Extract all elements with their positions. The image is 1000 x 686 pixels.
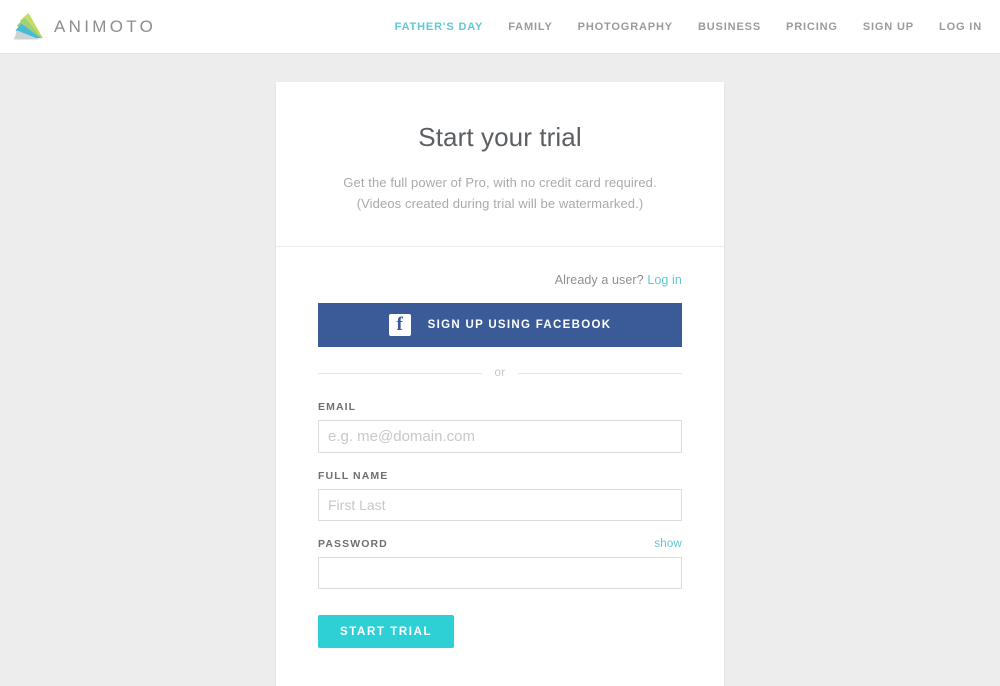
show-password-toggle[interactable]: show <box>654 538 682 550</box>
signup-form: Already a user? Log in SIGN UP USING FAC… <box>276 247 724 686</box>
page-title: Start your trial <box>418 122 582 152</box>
signup-with-facebook-button[interactable]: SIGN UP USING FACEBOOK <box>318 303 682 347</box>
full-name-field-group: FULL NAME <box>318 470 682 521</box>
password-field-group: PASSWORD show <box>318 538 682 589</box>
already-a-user-row: Already a user? Log in <box>318 273 682 287</box>
facebook-icon <box>388 314 411 336</box>
password-input[interactable] <box>318 557 682 589</box>
signup-card: Start your trial Get the full power of P… <box>276 82 724 686</box>
subtitle-line-1: Get the full power of Pro, with no credi… <box>343 175 657 190</box>
email-label: EMAIL <box>318 401 357 413</box>
site-header: ANIMOTO FATHER'S DAY FAMILY PHOTOGRAPHY … <box>0 0 1000 54</box>
divider-rule-right <box>517 372 682 374</box>
brand-logo-link[interactable]: ANIMOTO <box>12 12 156 41</box>
brand-wordmark: ANIMOTO <box>54 16 157 36</box>
already-a-user-text: Already a user? <box>554 273 644 287</box>
divider-label: or <box>494 367 506 379</box>
nav-item-sign-up[interactable]: SIGN UP <box>863 21 914 33</box>
full-name-label-row: FULL NAME <box>318 470 682 482</box>
signup-card-header: Start your trial Get the full power of P… <box>276 82 724 247</box>
nav-item-family[interactable]: FAMILY <box>508 21 552 33</box>
page-body: Start your trial Get the full power of P… <box>0 54 1000 686</box>
divider-rule-left <box>318 372 483 374</box>
full-name-label: FULL NAME <box>318 470 389 482</box>
full-name-input[interactable] <box>318 489 682 521</box>
subtitle-line-2: (Videos created during trial will be wat… <box>356 196 644 211</box>
or-divider: or <box>318 367 682 379</box>
email-input[interactable] <box>318 420 682 453</box>
email-label-row: EMAIL <box>318 401 682 413</box>
facebook-button-label: SIGN UP USING FACEBOOK <box>427 319 612 331</box>
nav-item-photography[interactable]: PHOTOGRAPHY <box>578 21 673 33</box>
main-navigation: FATHER'S DAY FAMILY PHOTOGRAPHY BUSINESS… <box>395 0 982 54</box>
nav-item-pricing[interactable]: PRICING <box>786 21 838 33</box>
password-label: PASSWORD <box>318 538 388 550</box>
animoto-triangle-logo-icon <box>14 12 43 40</box>
password-label-row: PASSWORD show <box>318 538 682 550</box>
nav-item-fathers-day[interactable]: FATHER'S DAY <box>395 21 484 33</box>
email-field-group: EMAIL <box>318 401 682 453</box>
start-trial-button[interactable]: START TRIAL <box>318 615 455 648</box>
log-in-link[interactable]: Log in <box>647 273 682 287</box>
nav-item-log-in[interactable]: LOG IN <box>939 21 982 33</box>
nav-item-business[interactable]: BUSINESS <box>698 21 761 33</box>
